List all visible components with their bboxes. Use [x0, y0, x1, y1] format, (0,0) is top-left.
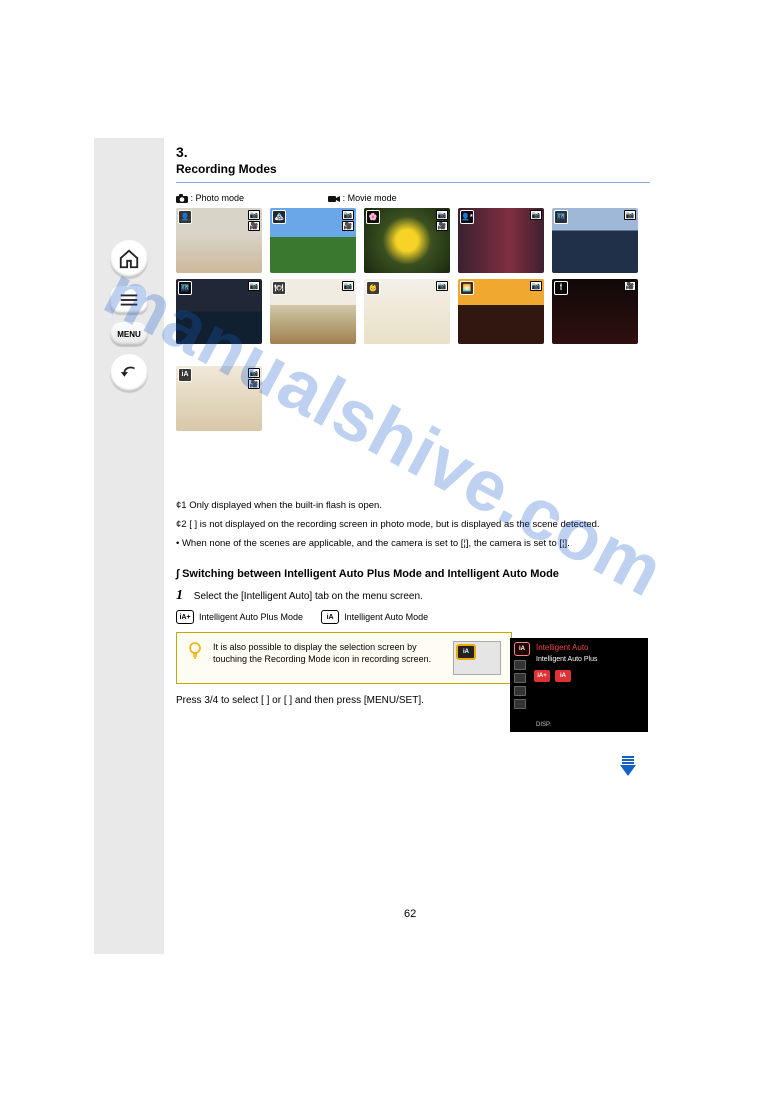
back-icon[interactable] [110, 354, 148, 392]
photo-mode-icon: 📷 [248, 210, 260, 220]
scene-badge-icon: 👤 [178, 210, 192, 224]
photo-mode-icon: 📷 [342, 210, 354, 220]
scene-badge-icon: 👶 [366, 281, 380, 295]
scene-thumb-food: 🍽 📷 [270, 279, 356, 344]
scene-thumb-night-scenery: 🌃 📷 [552, 208, 638, 273]
footnote-2: ¢2 [ ] is not displayed on the recording… [176, 519, 650, 532]
camera-chip-ia-plus: iA+ [534, 670, 550, 682]
scene-badge-icon: 👤* [460, 210, 474, 224]
scene-thumb-macro: 🌸 📷 🎥 [364, 208, 450, 273]
scene-thumb-baby: 👶 📷 [364, 279, 450, 344]
list-icon[interactable] [110, 286, 148, 314]
mode-label: Intelligent Auto Mode [344, 612, 428, 622]
scene-badge-icon: 🌃 [554, 210, 568, 224]
movie-mode-icon: 🎥 [248, 221, 260, 231]
camera-menu-subtitle: Intelligent Auto Plus [536, 656, 598, 663]
photo-mode-icon: 📷 [436, 281, 448, 291]
scene-badge-icon: 🌅 [460, 281, 474, 295]
tip-mini-screen: iA [453, 641, 501, 675]
camera-tab-icon: iA [514, 642, 530, 656]
photo-mode-icon: 📷 [248, 368, 260, 378]
movie-mode-label: : Movie mode [343, 193, 397, 203]
camera-chip-ia: iA [555, 670, 571, 682]
scene-badge-icon: 🕯 [554, 281, 568, 295]
mode-ia: iA Intelligent Auto Mode [321, 610, 428, 624]
photo-mode-icon: 📷 [530, 281, 542, 291]
photo-mode-label: : Photo mode [191, 193, 245, 203]
page-number: 62 [404, 908, 416, 920]
scene-detection-grid: 👤 📷 🎥 🏔 📷 🎥 🌸 📷 🎥 [176, 208, 650, 431]
ia-plus-icon: iA+ [176, 610, 194, 624]
camera-icon [176, 194, 188, 204]
mode-legend: : Photo mode : Movie mode [176, 193, 650, 204]
section-heading: ∫ Switching between Intelligent Auto Plu… [176, 568, 650, 580]
scene-thumb-sunset: 🌅 📷 [458, 279, 544, 344]
tip-text: It is also possible to display the selec… [213, 641, 443, 665]
photo-mode-icon: 📷 [436, 210, 448, 220]
mode-selection-row: iA+ Intelligent Auto Plus Mode iA Intell… [176, 610, 650, 624]
step-1: 1 Select the [Intelligent Auto] tab on t… [176, 586, 650, 606]
movie-icon [328, 194, 340, 204]
camera-footer-label: DISP. [536, 722, 551, 728]
continue-arrow-icon [616, 754, 640, 781]
scene-thumb-night-portrait: 👤* 📷 [458, 208, 544, 273]
scene-thumb-portrait: 👤 📷 🎥 [176, 208, 262, 273]
scene-badge-icon: 🏔 [272, 210, 286, 224]
photo-mode-icon: 📷 [248, 281, 260, 291]
body-paragraph: • When none of the scenes are applicable… [176, 538, 650, 551]
tip-callout: It is also possible to display the selec… [176, 632, 512, 684]
movie-mode-icon: 🎥 [248, 379, 260, 389]
camera-menu-screenshot: iA Intelligent Auto Intelligent Auto Plu… [510, 638, 648, 732]
chapter-number: 3. [176, 144, 650, 160]
photo-mode-icon: 📷 [342, 281, 354, 291]
movie-mode-icon: 🎥 [342, 221, 354, 231]
scene-badge-icon: 🌃 [178, 281, 192, 295]
camera-menu-title: Intelligent Auto [536, 643, 588, 652]
scene-thumb-standard: iA 📷 🎥 [176, 366, 262, 431]
photo-mode-icon: 📷 [530, 210, 542, 220]
scene-badge-icon: 🌸 [366, 210, 380, 224]
home-icon[interactable] [110, 240, 148, 278]
step-text: Press 3/4 to select [ ] or [ ] and then … [176, 695, 424, 706]
scene-badge-icon: 🍽 [272, 281, 286, 295]
side-icon-column: MENU [110, 240, 150, 400]
scene-badge-icon: iA [178, 368, 192, 382]
ia-icon: iA [321, 610, 339, 624]
scene-thumb-scenery: 🏔 📷 🎥 [270, 208, 356, 273]
mode-label: Intelligent Auto Plus Mode [199, 612, 303, 622]
mode-ia-plus: iA+ Intelligent Auto Plus Mode [176, 610, 303, 624]
scene-thumb-handheld-night: 🌃 📷 [176, 279, 262, 344]
footnote-1: ¢1 Only displayed when the built-in flas… [176, 500, 650, 513]
photo-mode-icon: 📷 [624, 210, 636, 220]
scene-thumb-low-light: 🕯 🎥 [552, 279, 638, 344]
movie-mode-icon: 🎥 [624, 281, 636, 291]
heading-rule [176, 182, 650, 183]
camera-left-tabs [514, 660, 526, 709]
lightbulb-icon [187, 641, 203, 664]
step-text: Select the [Intelligent Auto] tab on the… [194, 591, 423, 602]
tip-highlight-badge: iA [456, 644, 476, 660]
chapter-title: Recording Modes [176, 162, 650, 176]
menu-button[interactable]: MENU [110, 322, 148, 346]
movie-mode-icon: 🎥 [436, 221, 448, 231]
step-number: 1 [176, 588, 183, 603]
